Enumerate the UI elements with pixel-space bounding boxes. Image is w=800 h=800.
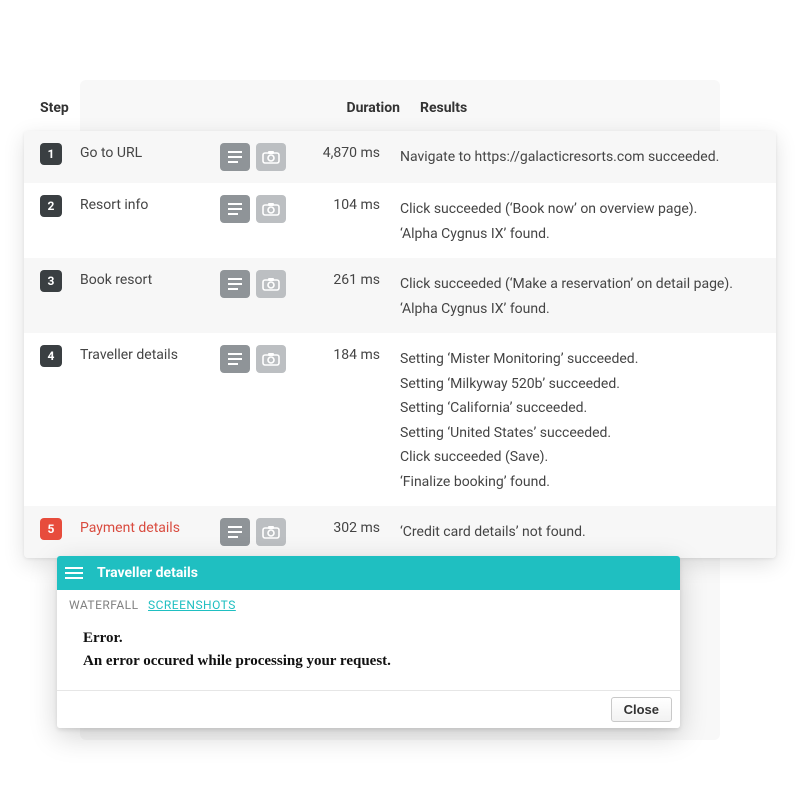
log-icon[interactable] — [220, 270, 250, 298]
popup-tabs: WATERFALL SCREENSHOTS — [57, 590, 680, 616]
step-results: ‘Credit card details’ not found. — [400, 518, 760, 545]
step-results: Click succeeded (‘Make a reservation’ on… — [400, 270, 760, 321]
table-header: Step Duration Results — [40, 100, 760, 130]
error-title: Error. — [83, 630, 654, 647]
step-number-badge: 3 — [40, 270, 62, 292]
screenshot-icon[interactable] — [256, 518, 286, 546]
menu-icon[interactable] — [65, 566, 85, 580]
result-line: ‘Alpha Cygnus IX’ found. — [400, 297, 760, 322]
result-line: ‘Finalize booking’ found. — [400, 470, 760, 495]
close-button[interactable]: Close — [611, 697, 672, 722]
header-name-spacer — [80, 100, 220, 130]
result-line: ‘Alpha Cygnus IX’ found. — [400, 222, 760, 247]
error-message: An error occured while processing your r… — [83, 653, 654, 670]
step-detail-popup: Traveller details WATERFALL SCREENSHOTS … — [57, 556, 680, 728]
step-actions — [220, 518, 300, 546]
step-name: Resort info — [80, 195, 220, 213]
table-row: 3 Book resort 261 msClick succeeded (‘Make… — [24, 258, 776, 333]
step-actions — [220, 143, 300, 171]
popup-header: Traveller details — [57, 556, 680, 590]
step-actions — [220, 345, 300, 373]
step-duration: 302 ms — [300, 518, 400, 536]
screenshot-icon[interactable] — [256, 345, 286, 373]
log-icon[interactable] — [220, 518, 250, 546]
table-row: 4 Traveller details 184 msSetting ‘Mister … — [24, 333, 776, 506]
result-line: ‘Credit card details’ not found. — [400, 520, 760, 545]
step-results: Click succeeded (‘Book now’ on overview … — [400, 195, 760, 246]
result-line: Navigate to https://galacticresorts.com … — [400, 145, 760, 170]
header-step: Step — [40, 100, 80, 130]
step-results: Navigate to https://galacticresorts.com … — [400, 143, 760, 170]
step-number-badge: 1 — [40, 143, 62, 165]
table-row: 1 Go to URL 4,870 msNavigate to https://ga… — [24, 131, 776, 183]
screenshot-icon[interactable] — [256, 143, 286, 171]
step-name: Go to URL — [80, 143, 220, 161]
result-line: Setting ‘Milkyway 520b’ succeeded. — [400, 372, 760, 397]
screenshot-icon[interactable] — [256, 195, 286, 223]
table-row: 5 Payment details 302 ms‘Credit card detai… — [24, 506, 776, 558]
tab-waterfall[interactable]: WATERFALL — [69, 598, 139, 612]
log-icon[interactable] — [220, 195, 250, 223]
step-duration: 261 ms — [300, 270, 400, 288]
result-line: Setting ‘California’ succeeded. — [400, 396, 760, 421]
header-duration: Duration — [300, 100, 420, 130]
step-duration: 184 ms — [300, 345, 400, 363]
log-icon[interactable] — [220, 143, 250, 171]
header-icons-spacer — [220, 100, 300, 130]
popup-body: Error. An error occured while processing… — [57, 616, 680, 690]
screenshot-icon[interactable] — [256, 270, 286, 298]
tab-screenshots[interactable]: SCREENSHOTS — [148, 598, 236, 612]
table-row: 2 Resort info 104 msClick succeeded (‘Book… — [24, 183, 776, 258]
step-duration: 104 ms — [300, 195, 400, 213]
step-number-badge: 2 — [40, 195, 62, 217]
step-actions — [220, 195, 300, 223]
step-number-badge: 4 — [40, 345, 62, 367]
log-icon[interactable] — [220, 345, 250, 373]
result-line: Click succeeded (Save). — [400, 445, 760, 470]
steps-table: 1 Go to URL 4,870 msNavigate to https://ga… — [24, 131, 776, 558]
step-name: Book resort — [80, 270, 220, 288]
step-duration: 4,870 ms — [300, 143, 400, 161]
result-line: Setting ‘Mister Monitoring’ succeeded. — [400, 347, 760, 372]
step-name: Traveller details — [80, 345, 220, 363]
popup-title: Traveller details — [97, 565, 198, 581]
step-name: Payment details — [80, 518, 220, 536]
step-number-badge: 5 — [40, 518, 62, 540]
step-results: Setting ‘Mister Monitoring’ succeeded.Se… — [400, 345, 760, 494]
result-line: Click succeeded (‘Make a reservation’ on… — [400, 272, 760, 297]
result-line: Click succeeded (‘Book now’ on overview … — [400, 197, 760, 222]
popup-footer: Close — [57, 690, 680, 728]
result-line: Setting ‘United States’ succeeded. — [400, 421, 760, 446]
step-actions — [220, 270, 300, 298]
header-results: Results — [420, 100, 760, 130]
